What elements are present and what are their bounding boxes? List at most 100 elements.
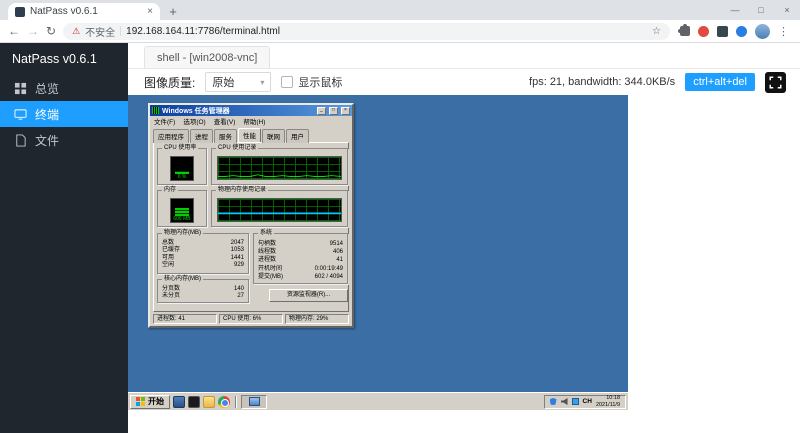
browser-tab[interactable]: NatPass v0.6.1 ×	[8, 3, 160, 20]
extension-icon-red[interactable]	[698, 25, 709, 37]
quality-select[interactable]: 原始 ▾	[205, 72, 272, 92]
resource-monitor-button[interactable]: 资源监视器(R)...	[269, 289, 348, 302]
start-button[interactable]: 开始	[130, 394, 170, 409]
vnc-toolbar: 图像质量: 原始 ▾ 显示鼠标 fps: 21, bandwidth: 344.…	[128, 69, 800, 95]
memory-gauge-bar	[175, 208, 189, 216]
sidebar-item-terminal[interactable]: 终端	[0, 101, 128, 127]
chrome-icon[interactable]	[218, 395, 230, 408]
taskbar-app-button[interactable]	[241, 394, 267, 409]
not-secure-icon: ⚠	[72, 25, 81, 36]
show-cursor-option[interactable]: 显示鼠标	[281, 74, 342, 90]
taskmgr-close-icon[interactable]: ×	[341, 106, 350, 115]
system-stats: 句柄数 9514 线程数 406 进程数 41 开机时间 0:00:19:49 提交(M…	[254, 240, 347, 281]
sidebar-item-label: 总览	[35, 81, 60, 96]
window-controls: — □ ×	[722, 0, 800, 20]
sidebar-item-label: 文件	[35, 133, 60, 148]
system-caption: 系统	[258, 230, 275, 237]
vnc-canvas[interactable]: Windows 任务管理器 _ □ × 文件(F) 选项(O) 查看(V) 帮助…	[128, 95, 628, 410]
show-cursor-checkbox[interactable]	[281, 76, 294, 88]
sidebar-item-files[interactable]: 文件	[0, 127, 128, 153]
tab-processes[interactable]: 进程	[190, 129, 213, 143]
brand-title: NatPass v0.6.1	[12, 52, 97, 66]
open-window-icon	[248, 397, 260, 406]
browser-menu-icon[interactable]: ⋮	[778, 25, 789, 38]
explorer-folder-icon[interactable]	[203, 395, 215, 408]
extensions-puzzle-icon[interactable]	[678, 24, 690, 36]
back-icon[interactable]: ←	[8, 25, 20, 37]
menu-file[interactable]: 文件(F)	[154, 116, 175, 126]
taskmgr-window[interactable]: Windows 任务管理器 _ □ × 文件(F) 选项(O) 查看(V) 帮助…	[148, 103, 354, 328]
remote-taskbar: 开始 CH 10:18 2021/11/9	[128, 392, 628, 410]
minimize-icon[interactable]: —	[722, 0, 748, 20]
tab-networking[interactable]: 联网	[262, 129, 285, 143]
menu-options[interactable]: 选项(O)	[183, 116, 205, 126]
taskmgr-title: Windows 任务管理器	[162, 107, 230, 115]
tab-applications[interactable]: 应用程序	[153, 129, 189, 143]
cpu-history-caption: CPU 使用记录	[216, 145, 259, 152]
server-manager-icon[interactable]	[173, 395, 185, 408]
main-content: shell - [win2008-vnc] 图像质量: 原始 ▾ 显示鼠标 fp…	[128, 43, 800, 433]
taskmgr-minimize-icon[interactable]: _	[317, 106, 326, 115]
physical-memory-group: 物理内存(MB) 总数 2047 已缓存 1053 可用 1441 空闲 929	[157, 230, 249, 274]
new-tab-button[interactable]: +	[164, 2, 182, 20]
fullscreen-icon	[769, 76, 782, 88]
menu-help[interactable]: 帮助(H)	[243, 116, 265, 126]
ctrl-alt-del-button[interactable]: ctrl+alt+del	[685, 73, 755, 91]
maximize-icon[interactable]: □	[748, 0, 774, 20]
kernel-memory-stats: 分页数 140 未分页 27	[158, 286, 248, 301]
windows-flag-icon	[136, 397, 145, 406]
taskmgr-titlebar[interactable]: Windows 任务管理器 _ □ ×	[150, 105, 352, 116]
cpu-history-graph	[217, 156, 342, 180]
memory-gauge: 606 MB	[170, 198, 194, 223]
status-physical-memory: 物理内存: 29%	[285, 314, 349, 324]
tab-users[interactable]: 用户	[286, 129, 309, 143]
file-icon	[16, 133, 26, 147]
natpass-page: NatPass v0.6.1 总览 终端 文件 shell - [win2008…	[0, 43, 800, 433]
taskmgr-statusbar: 进程数: 41 CPU 使用: 6% 物理内存: 29%	[153, 314, 349, 324]
tab-close-icon[interactable]: ×	[147, 6, 153, 17]
tray-date: 2021/11/9	[595, 401, 620, 408]
command-prompt-icon[interactable]	[188, 395, 200, 408]
address-bar[interactable]: ⚠ 不安全 192.168.164.11:7786/terminal.html …	[63, 22, 670, 40]
tray-network-icon[interactable]	[571, 398, 579, 405]
stat-row: 线程数 406	[258, 249, 343, 256]
show-cursor-label: 显示鼠标	[298, 77, 343, 89]
menu-view[interactable]: 查看(V)	[214, 116, 236, 126]
memory-history-graph	[217, 198, 342, 222]
memory-caption: 内存	[162, 187, 179, 194]
session-tab[interactable]: shell - [win2008-vnc]	[144, 46, 271, 68]
stat-row: 开机时间 0:00:19:49	[258, 265, 343, 272]
sidebar-item-overview[interactable]: 总览	[0, 75, 128, 101]
memory-history-group: 物理内存使用记录	[211, 187, 348, 227]
sidebar-item-label: 终端	[35, 107, 60, 122]
chevron-down-icon: ▾	[260, 77, 265, 87]
taskmgr-tabs: 应用程序 进程 服务 性能 联网 用户	[150, 126, 352, 143]
fps-bandwidth-status: fps: 21, bandwidth: 344.0KB/s	[529, 76, 676, 88]
browser-tabstrip: NatPass v0.6.1 × + — □ ×	[0, 0, 800, 20]
session-tab-label: shell - [win2008-vnc]	[157, 51, 258, 64]
tray-clock[interactable]: 10:18 2021/11/9	[596, 395, 620, 408]
kernel-memory-group: 核心内存(MB) 分页数 140 未分页 27	[157, 276, 249, 303]
extension-icon-dark[interactable]	[717, 25, 728, 37]
memory-gauge-value: 606 MB	[173, 216, 191, 222]
fullscreen-button[interactable]	[765, 71, 786, 93]
cpu-history-group: CPU 使用记录	[211, 145, 348, 185]
close-icon[interactable]: ×	[774, 0, 800, 20]
reload-icon[interactable]: ↻	[46, 25, 56, 37]
tab-performance[interactable]: 性能	[238, 128, 261, 142]
taskmgr-maximize-icon[interactable]: □	[329, 106, 338, 115]
performance-panel: CPU 使用率 6 % CPU 使用记录 内存 606 MB 物理内存使用记录 …	[153, 142, 349, 312]
memory-history-line	[218, 212, 341, 215]
taskmgr-app-icon	[152, 107, 159, 114]
forward-icon[interactable]: →	[27, 25, 39, 37]
bookmark-star-icon[interactable]: ☆	[652, 26, 661, 37]
tray-shield-icon[interactable]	[549, 398, 557, 405]
kernel-memory-caption: 核心内存(MB)	[162, 276, 203, 283]
stat-row: 进程数 41	[258, 257, 343, 264]
profile-avatar[interactable]	[755, 23, 770, 39]
tab-services[interactable]: 服务	[214, 129, 237, 143]
tray-volume-icon[interactable]	[560, 398, 568, 405]
extension-icon-blue[interactable]	[736, 25, 747, 37]
tray-language-indicator[interactable]: CH	[583, 398, 592, 405]
stat-row: 未分页 27	[162, 293, 244, 300]
